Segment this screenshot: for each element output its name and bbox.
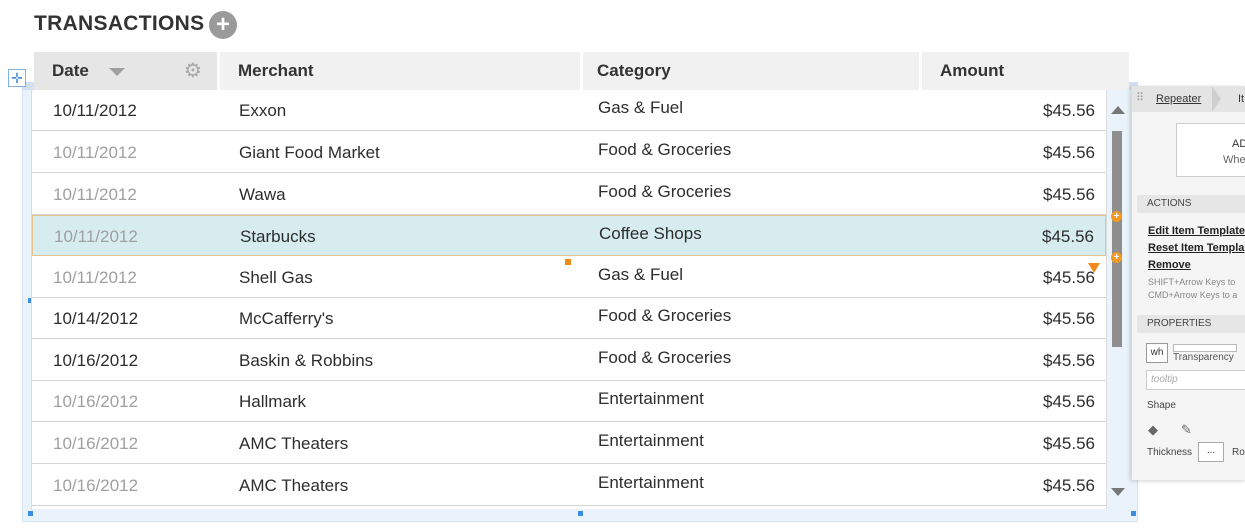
- scrollbar-thumb[interactable]: [1112, 131, 1122, 347]
- insert-marker-icon[interactable]: +: [1111, 211, 1122, 222]
- cell-date: 10/16/2012: [53, 392, 139, 411]
- table-row[interactable]: 10/11/2012 Wawa Food & Groceries $45.56: [32, 174, 1106, 215]
- table-row[interactable]: 10/16/2012 AMC Theaters Entertainment $4…: [32, 465, 1106, 506]
- add-item-button[interactable]: ADD I Whe: [1176, 123, 1245, 177]
- thickness-button[interactable]: ...: [1198, 442, 1224, 462]
- table-row-selected[interactable]: 10/11/2012 Starbucks Coffee Shops $45.56: [32, 215, 1106, 256]
- transparency-slider[interactable]: [1173, 344, 1237, 352]
- remove-link[interactable]: Remove: [1148, 259, 1191, 271]
- tab-item[interactable]: It: [1238, 86, 1244, 112]
- drop-marker-icon: [1088, 263, 1100, 273]
- tab-repeater[interactable]: Repeater: [1146, 86, 1211, 112]
- cell-merchant: Starbucks: [240, 227, 316, 246]
- cell-amount: $45.56: [1042, 227, 1094, 246]
- add-item-sublabel: Whe: [1223, 154, 1245, 166]
- add-item-label: ADD I: [1232, 138, 1245, 150]
- cell-date: 10/14/2012: [53, 309, 139, 328]
- transactions-table: 10/11/2012 Exxon Gas & Fuel $45.56 10/11…: [31, 90, 1107, 509]
- reset-item-template-link[interactable]: Reset Item Templa: [1148, 242, 1244, 254]
- cell-date: 10/11/2012: [54, 227, 138, 246]
- hint-shift-arrows: SHIFT+Arrow Keys to: [1148, 277, 1236, 287]
- selection-anchor[interactable]: [565, 259, 571, 265]
- page-title: TRANSACTIONS: [34, 12, 205, 35]
- table-row[interactable]: 10/16/2012 AMC Theaters Entertainment $4…: [32, 423, 1106, 464]
- edit-item-template-link[interactable]: Edit Item Template: [1148, 225, 1245, 237]
- cell-amount: $45.56: [1043, 476, 1095, 495]
- cell-merchant: AMC Theaters: [239, 434, 349, 453]
- cell-category: Food & Groceries: [598, 306, 732, 325]
- gear-icon[interactable]: ⚙: [184, 60, 202, 82]
- move-icon[interactable]: ✛: [8, 69, 26, 87]
- table-row[interactable]: 10/11/2012 Exxon Gas & Fuel $45.56: [32, 90, 1106, 131]
- cell-date: 10/16/2012: [53, 434, 139, 453]
- thickness-label: Thickness: [1147, 447, 1193, 458]
- drag-grip-icon[interactable]: ⠿: [1136, 91, 1144, 104]
- cell-date: 10/16/2012: [53, 476, 139, 495]
- cell-merchant: AMC Theaters: [239, 476, 349, 495]
- cell-category: Entertainment: [598, 431, 704, 450]
- cell-amount: $45.56: [1043, 143, 1095, 162]
- resize-handle-bottom-right[interactable]: [1131, 511, 1136, 516]
- column-header-date[interactable]: Date ⚙: [34, 52, 217, 90]
- size-icon[interactable]: wh: [1146, 343, 1168, 363]
- cell-category: Gas & Fuel: [598, 265, 684, 284]
- cell-amount: $45.56: [1043, 351, 1095, 370]
- table-row[interactable]: 10/11/2012 Giant Food Market Food & Groc…: [32, 132, 1106, 173]
- cell-amount: $45.56: [1043, 101, 1095, 120]
- scroll-down-icon[interactable]: [1111, 488, 1125, 496]
- cell-merchant: Wawa: [239, 185, 286, 204]
- shape-label: Shape: [1147, 400, 1176, 411]
- table-row[interactable]: 10/14/2012 McCafferry's Food & Groceries…: [32, 298, 1106, 339]
- add-transaction-icon[interactable]: +: [209, 11, 237, 39]
- panel-breadcrumb: ⠿ Repeater It: [1132, 86, 1245, 112]
- table-row[interactable]: 10/16/2012 Hallmark Entertainment $45.56: [32, 381, 1106, 422]
- cell-category: Food & Groceries: [598, 348, 732, 367]
- cell-date: 10/16/2012: [53, 351, 139, 370]
- scroll-up-icon[interactable]: [1111, 106, 1125, 114]
- cell-category: Coffee Shops: [599, 224, 702, 243]
- column-label-date: Date: [52, 61, 89, 80]
- cell-date: 10/11/2012: [53, 143, 137, 162]
- pen-icon[interactable]: ✎: [1181, 422, 1192, 438]
- cell-amount: $45.56: [1043, 434, 1095, 453]
- column-header-amount[interactable]: Amount: [922, 52, 1129, 90]
- cell-merchant: Giant Food Market: [239, 143, 380, 162]
- cell-category: Entertainment: [598, 389, 704, 408]
- round-label: Ro: [1232, 447, 1245, 458]
- cell-amount: $45.56: [1043, 309, 1095, 328]
- cell-amount: $45.56: [1043, 185, 1095, 204]
- tooltip-input[interactable]: tooltip: [1146, 370, 1245, 390]
- properties-panel: ⠿ Repeater It ADD I Whe ACTIONS Edit Ite…: [1131, 86, 1245, 480]
- insert-marker-icon[interactable]: +: [1111, 252, 1122, 263]
- cell-category: Food & Groceries: [598, 140, 732, 159]
- cell-merchant: Hallmark: [239, 392, 307, 411]
- cell-amount: $45.56: [1043, 392, 1095, 411]
- fill-icon[interactable]: ◆: [1148, 422, 1158, 438]
- breadcrumb-arrow: [1212, 86, 1221, 112]
- table-row[interactable]: 10/16/2012 Baskin & Robbins Food & Groce…: [32, 340, 1106, 381]
- cell-date: 10/11/2012: [53, 185, 137, 204]
- cell-category: Entertainment: [598, 473, 704, 492]
- hint-cmd-arrows: CMD+Arrow Keys to a: [1148, 290, 1238, 300]
- cell-category: Food & Groceries: [598, 182, 732, 201]
- column-header-category[interactable]: Category: [579, 52, 919, 90]
- transparency-label: Transparency: [1173, 352, 1234, 363]
- cell-merchant: Exxon: [239, 101, 287, 120]
- cell-merchant: McCafferry's: [239, 309, 334, 328]
- column-header-bar: Date ⚙ Merchant Category Amount: [34, 52, 1129, 90]
- cell-date: 10/11/2012: [53, 268, 137, 287]
- column-header-merchant[interactable]: Merchant: [220, 52, 580, 90]
- cell-date: 10/11/2012: [53, 101, 137, 120]
- sort-down-icon[interactable]: [109, 68, 125, 76]
- cell-merchant: Shell Gas: [239, 268, 313, 287]
- properties-section-title: PROPERTIES: [1137, 315, 1245, 333]
- resize-handle-bottom[interactable]: [578, 511, 583, 516]
- cell-category: Gas & Fuel: [598, 98, 684, 117]
- actions-section-title: ACTIONS: [1137, 195, 1245, 213]
- resize-handle-bottom-left[interactable]: [28, 511, 33, 516]
- cell-merchant: Baskin & Robbins: [239, 351, 374, 370]
